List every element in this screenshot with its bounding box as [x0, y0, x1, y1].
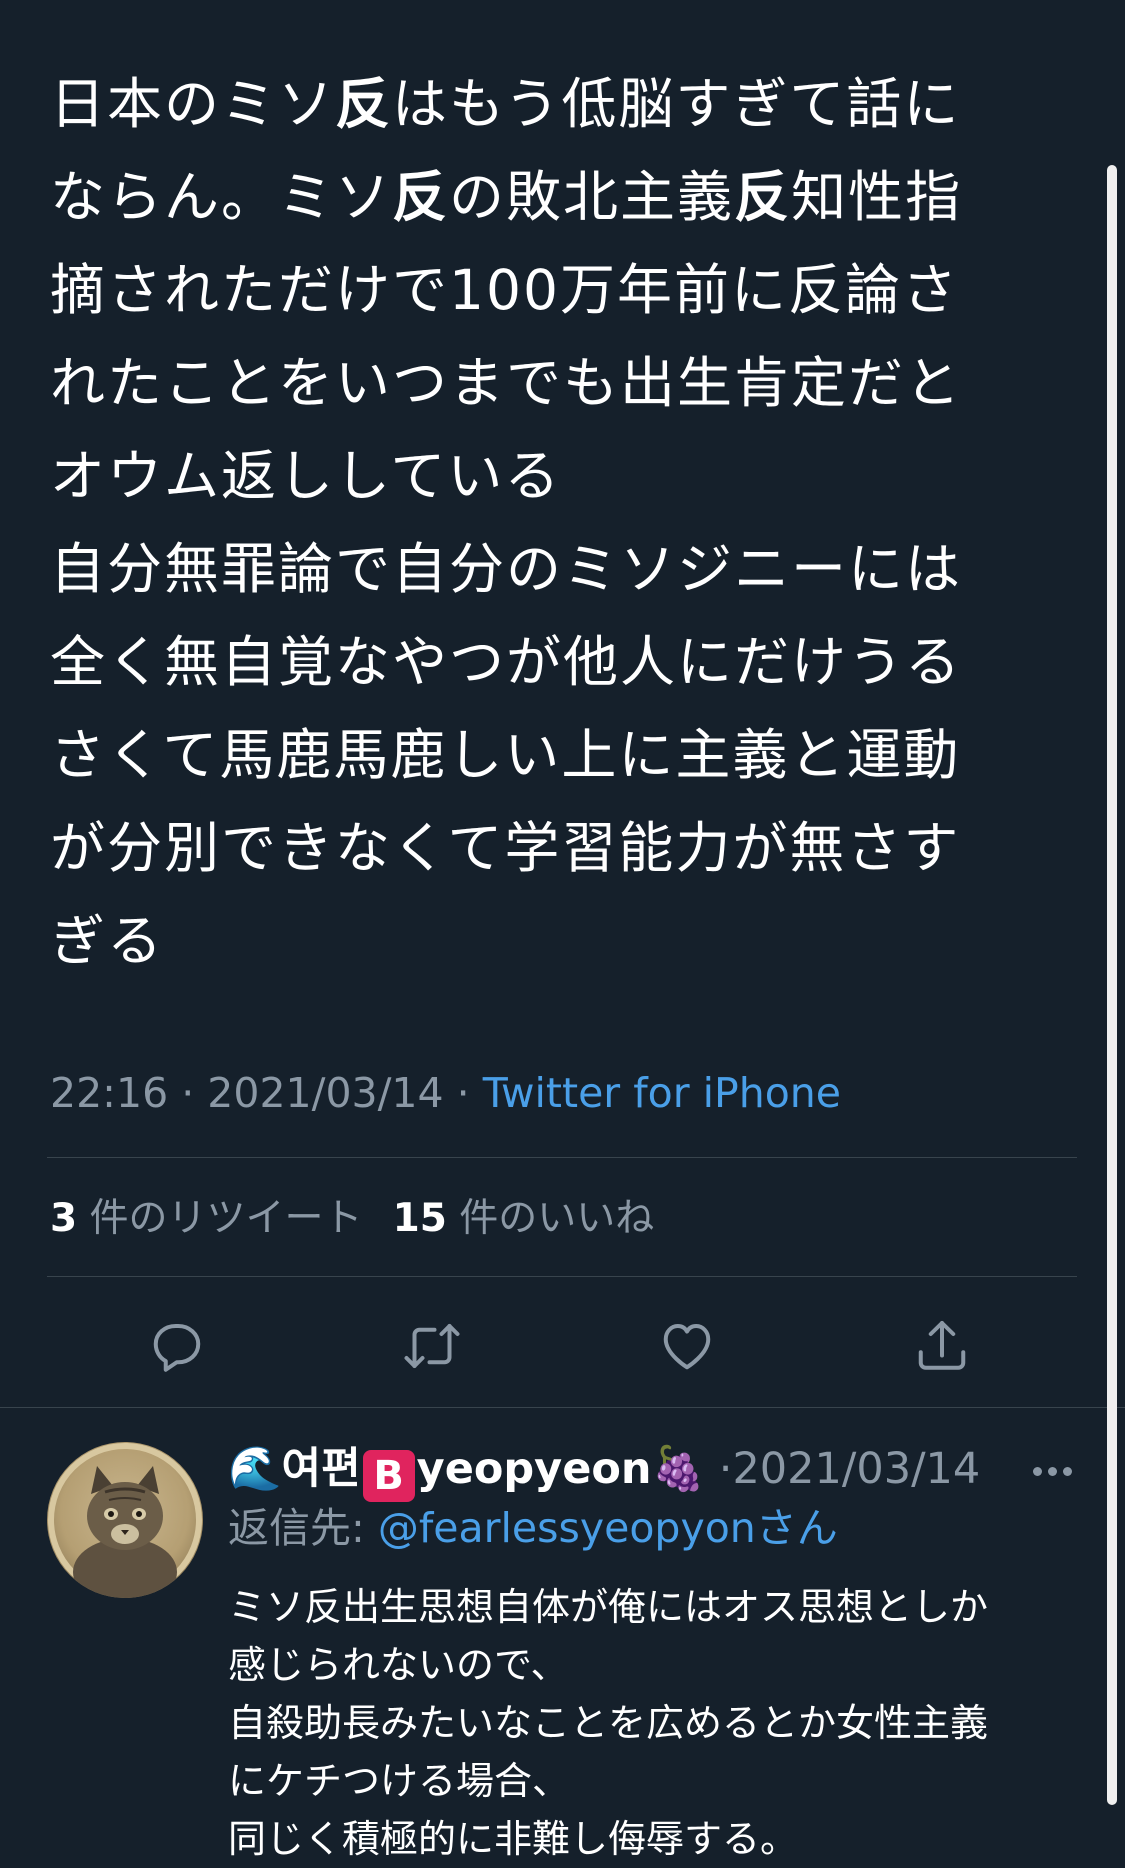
- tweet-text-line: 全く無自覚なやつが他人にだけうる: [50, 630, 963, 694]
- tweet-text-line: さくて馬鹿馬鹿しい上に主義と運動: [50, 723, 961, 787]
- tweet-text-line: が分別できなくて学習能力が無さす: [50, 816, 961, 880]
- tweet-text-line: ぎる: [50, 909, 165, 973]
- tweet-text-line: オウム返ししている: [50, 444, 562, 508]
- retweet-icon: [404, 1324, 460, 1368]
- avatar[interactable]: [47, 1442, 203, 1598]
- reply-text: ミソ反出生思想自体が俺にはオス思想としか 感じられないので、 自殺助長みたいなこ…: [228, 1578, 1078, 1868]
- tweet-text-line: れたことをいつまでも出生肯定だと: [50, 351, 963, 415]
- divider: [47, 1157, 1077, 1158]
- likes-stat[interactable]: 15 件のいいね: [393, 1196, 655, 1241]
- cat-avatar-image: [48, 1443, 202, 1598]
- tweet-text-line: 摘されただけで100万年前に反論さ: [50, 258, 959, 322]
- retweet-count: 3: [50, 1196, 78, 1241]
- reply-text-line: にケチつける場合、: [228, 1759, 571, 1803]
- tweet-text-line: ならん。ミソ反の敗北主義反知性指: [50, 165, 963, 229]
- replying-suffix: さん: [755, 1504, 838, 1552]
- replying-handle-link[interactable]: @fearlessyeopyon: [378, 1504, 756, 1552]
- reply-text-line: 同じく積極的に非難し侮辱する。: [228, 1817, 799, 1861]
- like-count: 15: [392, 1196, 447, 1241]
- tweet-metadata: 22:16 · 2021/03/14 · Twitter for iPhone: [50, 1065, 841, 1121]
- retweets-stat[interactable]: 3 件のリツイート: [50, 1196, 363, 1241]
- display-name-latin: yeopyeon: [416, 1444, 652, 1494]
- reply-date: 2021/03/14: [732, 1444, 981, 1494]
- reply-text-line: 自殺助長みたいなことを広めるとか女性主義: [228, 1701, 989, 1745]
- more-dot-icon: [1047, 1466, 1057, 1476]
- tweet-time: 22:16: [50, 1069, 169, 1117]
- like-button[interactable]: [647, 1306, 727, 1386]
- retweet-label: 件のリツイート: [89, 1196, 363, 1241]
- b-button-icon: B: [362, 1450, 415, 1502]
- tweet-text-line: 日本のミソ反はもう低脳すぎて話に: [50, 72, 961, 136]
- reply-text-line: ミソ反出生思想自体が俺にはオス思想としか: [228, 1585, 989, 1629]
- tweet-source-link[interactable]: Twitter for iPhone: [483, 1069, 841, 1117]
- more-options-button[interactable]: [1024, 1456, 1080, 1486]
- header-separator: ·: [718, 1444, 733, 1494]
- replying-label: 返信先:: [228, 1504, 365, 1552]
- wave-emoji: 🌊: [228, 1444, 282, 1494]
- divider: [0, 1407, 1125, 1408]
- divider: [47, 1276, 1077, 1277]
- like-label: 件のいいね: [459, 1196, 655, 1241]
- tweet-action-bar: [0, 1306, 1125, 1386]
- meta-separator: ·: [456, 1069, 470, 1117]
- display-name-korean: 여편: [281, 1444, 361, 1494]
- more-dot-icon: [1062, 1466, 1072, 1476]
- reply-header: 🌊여편 Byeopyeon🍇 ·2021/03/14: [228, 1436, 980, 1502]
- reply-icon: [153, 1324, 201, 1372]
- share-button[interactable]: [902, 1306, 982, 1386]
- reply-text-line: 感じられないので、: [228, 1643, 569, 1687]
- retweet-button[interactable]: [392, 1306, 472, 1386]
- replying-to: 返信先: @fearlessyeopyonさん: [228, 1498, 838, 1558]
- tweet-date: 2021/03/14: [207, 1069, 444, 1117]
- reply-display-name[interactable]: 🌊여편 Byeopyeon🍇: [228, 1444, 706, 1502]
- reply-button[interactable]: [137, 1306, 217, 1386]
- scrollbar[interactable]: [1107, 165, 1117, 1805]
- meta-separator: ·: [181, 1069, 195, 1117]
- share-icon: [918, 1321, 966, 1370]
- tweet-stats: 3 件のリツイート 15 件のいいね: [50, 1191, 654, 1247]
- tweet-text: 日本のミソ反はもう低脳すぎて話に ならん。ミソ反の敗北主義反知性指 摘されただけ…: [50, 58, 1060, 988]
- tweet-text-line: 自分無罪論で自分のミソジニーには: [50, 537, 963, 601]
- more-dot-icon: [1032, 1466, 1042, 1476]
- grapes-emoji: 🍇: [651, 1444, 706, 1494]
- like-icon: [663, 1324, 711, 1370]
